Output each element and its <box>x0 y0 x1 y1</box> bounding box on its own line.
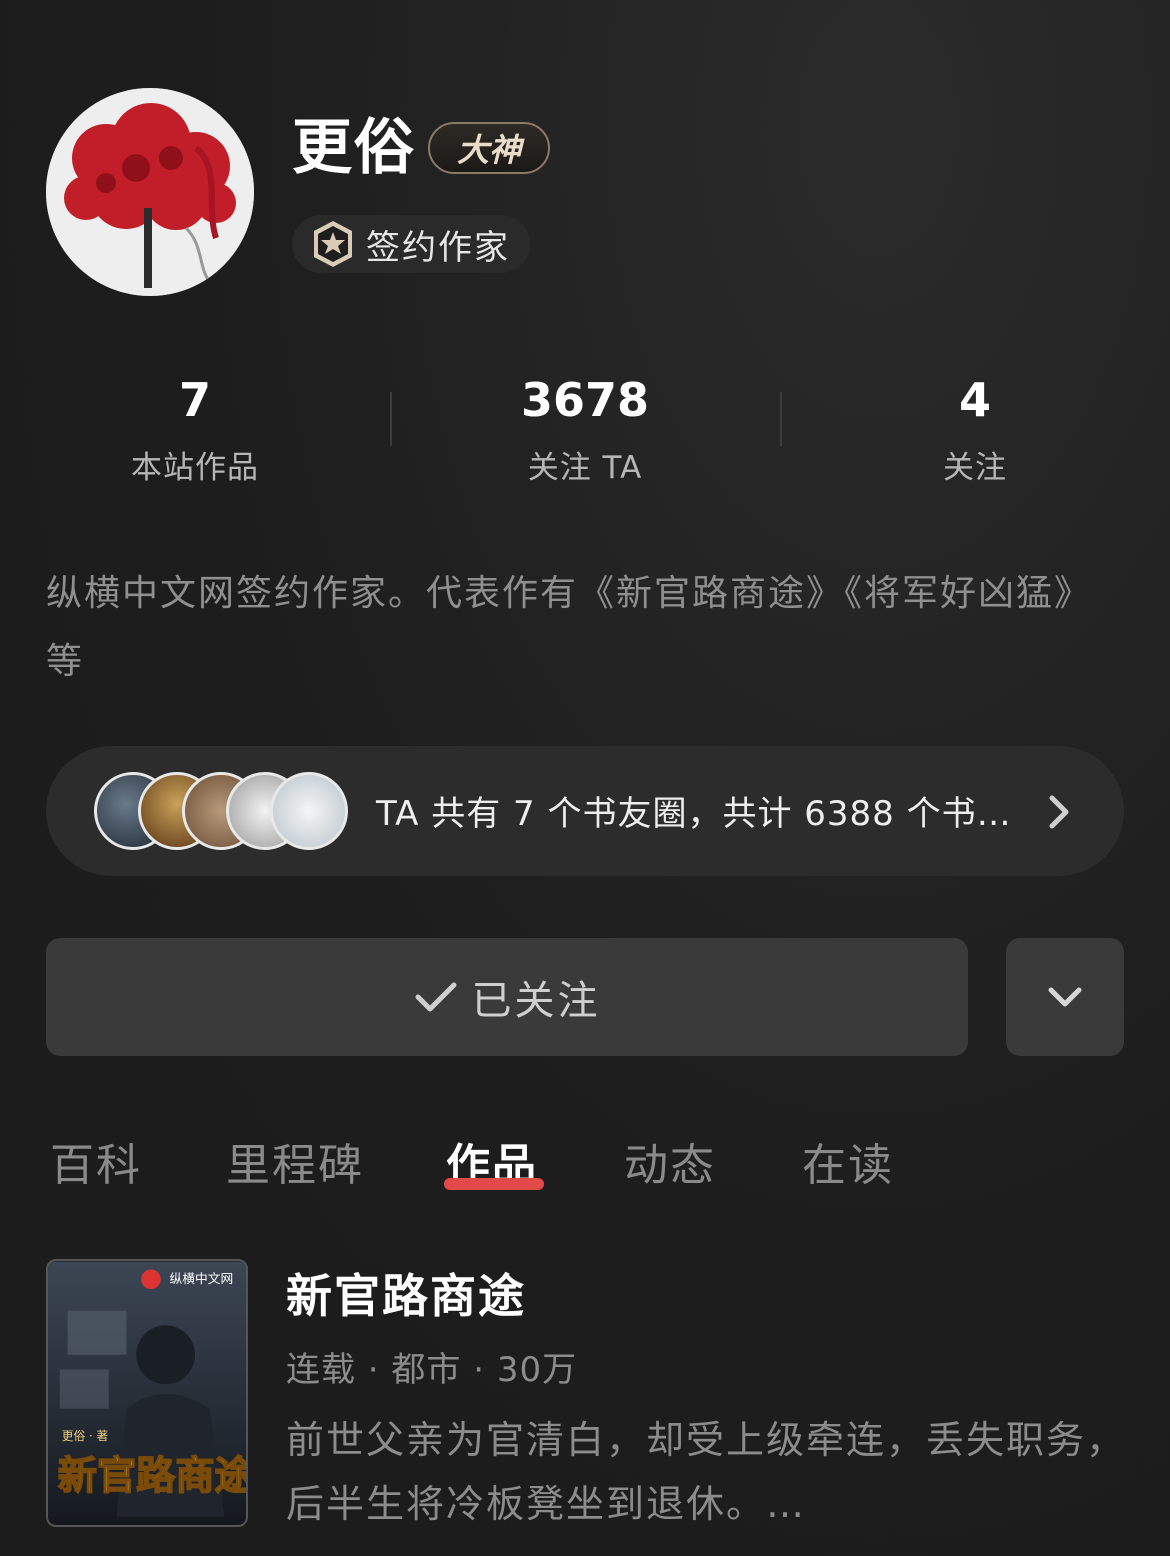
following-button-label: 已关注 <box>471 978 601 1024</box>
check-icon <box>415 982 456 1012</box>
book-cover-art: 纵横中文网 更俗 · 著 新官路商途 <box>48 1261 246 1525</box>
stat-following[interactable]: 4 关注 <box>825 372 1125 487</box>
circles-summary: TA 共有 7 个书友圈，共计 6388 个书… <box>376 794 1012 834</box>
stat-following-value: 4 <box>958 373 991 427</box>
stat-followers[interactable]: 3678 关注 TA <box>435 372 735 487</box>
tab-reading[interactable]: 在读 <box>802 1138 894 1194</box>
stat-works-value: 7 <box>178 373 211 427</box>
book-description: 前世父亲为官清白，却受上级牵连，丢失职务，后半生将冷板凳坐到退休。… <box>286 1418 1127 1526</box>
role-tag: 签约作家 <box>292 215 530 273</box>
book-title[interactable]: 新官路商途 <box>286 1260 526 1326</box>
tab-updates[interactable]: 动态 <box>624 1138 716 1194</box>
star-medal-icon <box>314 221 352 267</box>
cover-author: 更俗 · 著 <box>62 1429 109 1443</box>
tab-milestones[interactable]: 里程碑 <box>226 1138 364 1194</box>
stat-works-label: 本站作品 <box>131 450 259 486</box>
stat-works[interactable]: 7 本站作品 <box>45 372 345 487</box>
stat-divider <box>780 392 782 446</box>
author-name: 更俗 <box>292 113 416 183</box>
following-button[interactable]: 已关注 <box>46 938 968 1056</box>
cover-publisher: 纵横中文网 <box>170 1272 234 1287</box>
active-tab-indicator <box>444 1178 544 1190</box>
book-cover[interactable]: 纵横中文网 更俗 · 著 新官路商途 <box>46 1259 248 1527</box>
more-options-button[interactable] <box>1006 938 1124 1056</box>
avatar-tree-image <box>46 88 254 296</box>
circle-thumb-5 <box>270 772 348 850</box>
role-label: 签约作家 <box>366 227 510 268</box>
cover-title: 新官路商途 <box>58 1454 246 1499</box>
tab-encyclopedia[interactable]: 百科 <box>50 1138 142 1194</box>
stat-following-label: 关注 <box>943 450 1007 486</box>
rank-badge: 大神 <box>428 122 550 174</box>
book-circles-bar[interactable]: TA 共有 7 个书友圈，共计 6388 个书… <box>46 746 1124 876</box>
chevron-down-icon <box>1048 987 1082 1007</box>
stat-followers-value: 3678 <box>520 373 650 427</box>
stat-followers-label: 关注 TA <box>527 450 643 486</box>
author-avatar[interactable] <box>46 88 254 296</box>
chevron-right-icon <box>1049 795 1069 829</box>
book-meta: 连载 · 都市 · 30万 <box>286 1350 578 1390</box>
author-bio: 纵横中文网签约作家。代表作有《新官路商途》《将军好凶猛》等 <box>46 573 1093 682</box>
stat-divider <box>390 392 392 446</box>
